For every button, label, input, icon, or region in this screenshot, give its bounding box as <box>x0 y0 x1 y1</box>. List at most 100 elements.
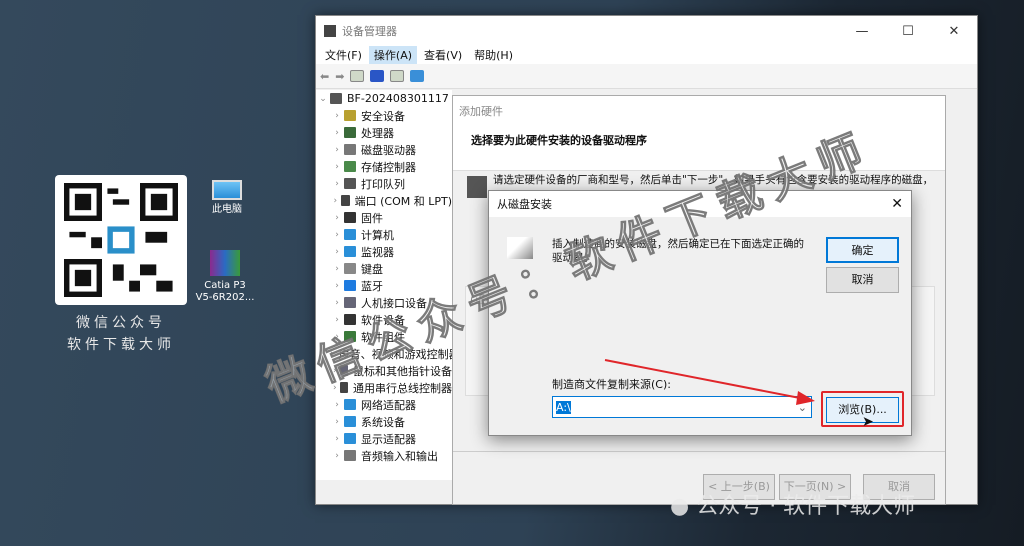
menu-help[interactable]: 帮助(H) <box>469 46 518 64</box>
chevron-right-icon[interactable]: › <box>330 434 344 444</box>
menu-bar: 文件(F) 操作(A) 查看(V) 帮助(H) <box>316 46 977 64</box>
source-input-value[interactable]: A:\ <box>556 400 571 414</box>
chevron-right-icon[interactable]: › <box>330 128 344 138</box>
tree-item-label: 磁盘驱动器 <box>361 143 416 157</box>
chevron-right-icon[interactable]: › <box>330 400 344 410</box>
device-category-icon <box>344 110 356 121</box>
hardware-help-icon <box>467 176 487 198</box>
menu-file[interactable]: 文件(F) <box>320 46 367 64</box>
chevron-right-icon[interactable]: › <box>330 417 344 427</box>
tree-item-label: 存储控制器 <box>361 160 416 174</box>
chevron-right-icon[interactable]: › <box>330 247 344 257</box>
menu-view[interactable]: 查看(V) <box>419 46 467 64</box>
tree-item-label: 网络适配器 <box>361 398 416 412</box>
chevron-right-icon[interactable]: › <box>330 451 344 461</box>
tree-item-label: 键盘 <box>361 262 383 276</box>
device-manager-icon <box>324 25 336 37</box>
device-category-icon <box>344 450 356 461</box>
chevron-right-icon[interactable]: › <box>330 145 344 155</box>
tree-item[interactable]: › 网络适配器 <box>316 396 452 413</box>
tree-item-label: 端口 (COM 和 LPT) <box>354 194 452 208</box>
update-driver-icon[interactable] <box>390 70 405 82</box>
winrar-archive-icon <box>210 250 240 276</box>
mouse-cursor-icon: ➤ <box>862 414 874 430</box>
watermark-bottom-text: 公众号 · 软件下载大师 <box>696 494 916 519</box>
tree-item-label: 监视器 <box>361 245 394 259</box>
tree-item-label: 蓝牙 <box>361 279 383 293</box>
tree-item-label: 安全设备 <box>361 109 405 123</box>
chevron-right-icon[interactable]: › <box>330 162 344 172</box>
cancel-button[interactable]: 取消 <box>826 267 899 293</box>
tree-item-label: 显示适配器 <box>361 432 416 446</box>
tree-item-label: 处理器 <box>361 126 394 140</box>
qr-caption-line-2: 软件下载大师 <box>67 337 175 353</box>
tree-item[interactable]: › 音频输入和输出 <box>316 447 452 464</box>
qr-caption-line-1: 微信公众号 <box>76 315 166 331</box>
chevron-right-icon[interactable]: › <box>330 213 344 223</box>
desktop-icon-label: 此电脑 <box>212 204 242 215</box>
computer-root-icon <box>330 93 342 104</box>
chevron-right-icon[interactable]: › <box>330 230 344 240</box>
qr-code-image <box>64 183 178 297</box>
tree-item[interactable]: › 固件 <box>316 209 452 226</box>
ok-button[interactable]: 确定 <box>826 237 899 263</box>
device-category-icon <box>344 144 356 155</box>
desktop-icon-this-pc[interactable]: 此电脑 <box>197 180 257 216</box>
device-category-icon <box>344 212 356 223</box>
tree-item-label: 固件 <box>361 211 383 225</box>
dialog-close-icon[interactable]: ✕ <box>891 196 903 212</box>
forward-arrow-icon[interactable]: ➡ <box>335 70 344 83</box>
tree-item[interactable]: › 处理器 <box>316 124 452 141</box>
tree-root[interactable]: ⌄ BF-202408301117 <box>316 90 452 107</box>
desktop-icon-label: Catia P3 V5-6R202... <box>195 280 255 303</box>
tree-item[interactable]: › 键盘 <box>316 260 452 277</box>
close-button[interactable]: ✕ <box>931 24 977 39</box>
tree-item-label: 通用串行总线控制器 <box>353 381 452 395</box>
device-category-icon <box>340 195 350 206</box>
chevron-right-icon[interactable]: › <box>330 111 344 121</box>
device-category-icon <box>344 229 356 240</box>
qr-caption: 微信公众号软件下载大师 <box>55 312 187 356</box>
back-arrow-icon[interactable]: ⬅ <box>320 70 329 83</box>
wizard-title: 添加硬件 <box>459 105 503 118</box>
computer-icon <box>212 180 242 200</box>
menu-action[interactable]: 操作(A) <box>368 46 418 64</box>
maximize-button[interactable]: ☐ <box>885 24 931 39</box>
tree-item-label: 计算机 <box>361 228 394 242</box>
tree-item[interactable]: › 端口 (COM 和 LPT) <box>316 192 452 209</box>
tree-item[interactable]: › 显示适配器 <box>316 430 452 447</box>
device-category-icon <box>344 399 356 410</box>
toolbar: ⬅ ➡ <box>316 64 977 89</box>
desktop-icon-catia[interactable]: Catia P3 V5-6R202... <box>195 250 255 304</box>
wechat-icon: ● <box>670 494 690 519</box>
chevron-down-icon[interactable]: ⌄ <box>316 94 330 104</box>
tree-item[interactable]: › 计算机 <box>316 226 452 243</box>
window-title: 设备管理器 <box>342 25 397 38</box>
device-category-icon <box>344 178 356 189</box>
tree-item[interactable]: › 存储控制器 <box>316 158 452 175</box>
device-category-icon <box>344 280 356 291</box>
help-icon[interactable] <box>370 70 385 82</box>
device-category-icon <box>344 416 356 427</box>
tree-item[interactable]: › 系统设备 <box>316 413 452 430</box>
chevron-right-icon[interactable]: › <box>330 196 341 206</box>
scan-hardware-icon[interactable] <box>410 70 425 82</box>
minimize-button[interactable]: — <box>839 24 885 39</box>
device-category-icon <box>344 263 356 274</box>
tree-item-label: 音频输入和输出 <box>361 449 438 463</box>
tree-item[interactable]: › 磁盘驱动器 <box>316 141 452 158</box>
tree-item[interactable]: › 打印队列 <box>316 175 452 192</box>
chevron-right-icon[interactable]: › <box>330 264 344 274</box>
chevron-right-icon[interactable]: › <box>330 281 344 291</box>
red-arrow <box>604 359 815 405</box>
tree-item[interactable]: › 安全设备 <box>316 107 452 124</box>
device-category-icon <box>344 161 356 172</box>
tree-item-label: 系统设备 <box>361 415 405 429</box>
title-bar: 设备管理器 — ☐ ✕ <box>316 16 977 46</box>
dialog-title: 从磁盘安装 <box>497 198 552 211</box>
chevron-right-icon[interactable]: › <box>330 179 344 189</box>
chevron-right-icon[interactable]: › <box>330 298 344 308</box>
properties-icon[interactable] <box>350 70 365 82</box>
device-category-icon <box>344 297 356 308</box>
tree-item[interactable]: › 监视器 <box>316 243 452 260</box>
